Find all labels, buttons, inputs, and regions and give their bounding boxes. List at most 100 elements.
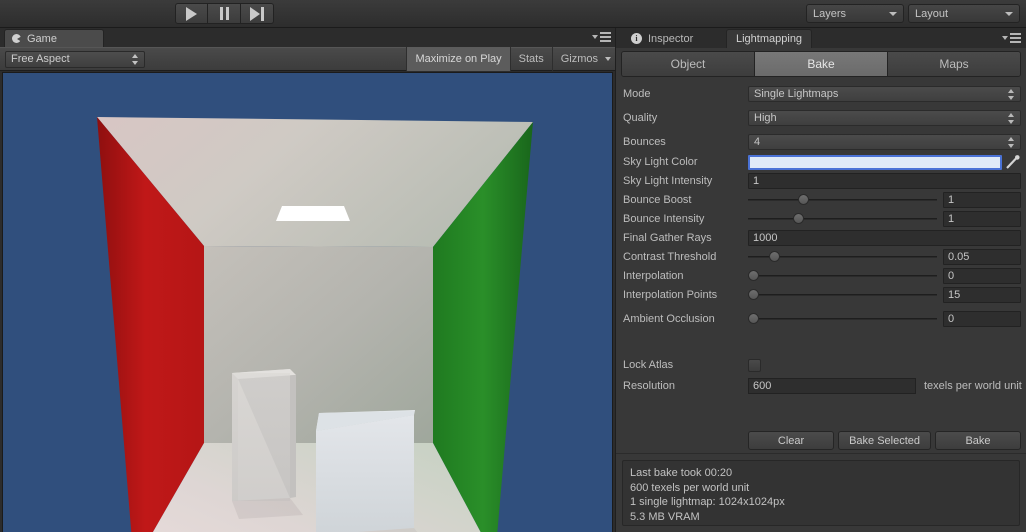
bake-selected-button[interactable]: Bake Selected <box>838 431 931 450</box>
ambient-occlusion-label: Ambient Occlusion <box>623 313 715 325</box>
tab-object[interactable]: Object <box>622 52 755 76</box>
field-row-contrast-threshold: Contrast Threshold 0.05 <box>616 248 1026 266</box>
slider-handle[interactable] <box>748 270 759 281</box>
sky-light-color-swatch[interactable] <box>748 154 1002 170</box>
sky-light-color-field[interactable] <box>748 154 1021 170</box>
maximize-on-play-button[interactable]: Maximize on Play <box>406 47 510 71</box>
play-icon <box>186 6 197 21</box>
tab-bake[interactable]: Bake <box>755 52 888 76</box>
bounce-boost-input[interactable]: 1 <box>943 192 1021 208</box>
chevron-down-icon <box>592 35 598 39</box>
aspect-ratio-dropdown[interactable]: Free Aspect <box>5 50 145 68</box>
field-row-bounce-boost: Bounce Boost 1 <box>616 191 1026 209</box>
game-tab-bar: Game <box>0 28 615 47</box>
pause-icon <box>219 7 229 20</box>
pause-button[interactable] <box>208 3 241 24</box>
contrast-threshold-label: Contrast Threshold <box>623 251 717 263</box>
interpolation-points-input[interactable]: 15 <box>943 287 1021 303</box>
field-row-bounce-intensity: Bounce Intensity 1 <box>616 210 1026 228</box>
bake-button[interactable]: Bake <box>935 431 1021 450</box>
eyedropper-icon[interactable] <box>1005 154 1021 170</box>
slider-handle[interactable] <box>748 313 759 324</box>
game-toolbar-right: Maximize on Play Stats Gizmos <box>406 47 615 71</box>
tab-maps[interactable]: Maps <box>888 52 1020 76</box>
quality-dropdown[interactable]: High <box>748 110 1021 126</box>
stats-label: Stats <box>518 53 544 65</box>
step-button[interactable] <box>241 3 274 24</box>
slider-handle[interactable] <box>769 251 781 262</box>
chevron-down-icon <box>1005 11 1013 16</box>
tab-game[interactable]: Game <box>4 29 104 47</box>
field-row-lock-atlas: Lock Atlas <box>616 356 1026 374</box>
game-view-render[interactable] <box>2 72 613 532</box>
layers-dropdown[interactable]: Layers <box>806 4 904 23</box>
slider-handle[interactable] <box>748 289 759 300</box>
bounces-value: 4 <box>754 136 761 148</box>
field-row-resolution: Resolution 600 texels per world unit <box>616 377 1026 395</box>
resolution-unit-label: texels per world unit <box>924 380 1022 392</box>
slider-handle[interactable] <box>792 213 804 224</box>
hamburger-icon <box>1010 33 1021 43</box>
ambient-occlusion-value: 0 <box>948 313 955 325</box>
bake-selected-button-label: Bake Selected <box>849 434 920 447</box>
field-row-sky-light-color: Sky Light Color <box>616 153 1026 171</box>
sky-light-intensity-input[interactable]: 1 <box>748 173 1021 189</box>
play-button[interactable] <box>175 3 208 24</box>
tab-inspector[interactable]: i Inspector <box>622 29 702 48</box>
layout-dropdown[interactable]: Layout <box>908 4 1020 23</box>
gizmos-button[interactable]: Gizmos <box>551 47 615 71</box>
lock-atlas-label: Lock Atlas <box>623 359 674 371</box>
contrast-threshold-value: 0.05 <box>948 251 970 263</box>
chevron-down-icon <box>1002 36 1008 40</box>
interpolation-points-slider[interactable] <box>748 287 937 303</box>
mode-dropdown[interactable]: Single Lightmaps <box>748 86 1021 102</box>
clear-button-label: Clear <box>777 434 805 447</box>
slider-track <box>748 218 937 220</box>
bounce-intensity-slider[interactable] <box>748 211 937 227</box>
interpolation-input[interactable]: 0 <box>943 268 1021 284</box>
step-icon <box>250 6 264 21</box>
bounce-boost-slider[interactable] <box>748 192 937 208</box>
gizmos-label: Gizmos <box>560 53 598 65</box>
interpolation-slider[interactable] <box>748 268 937 284</box>
bounce-intensity-input[interactable]: 1 <box>943 211 1021 227</box>
sky-light-intensity-label: Sky Light Intensity <box>623 175 713 187</box>
tab-lightmapping[interactable]: Lightmapping <box>726 29 813 48</box>
inspector-panel-menu-button[interactable] <box>1002 33 1021 43</box>
tab-object-label: Object <box>670 57 706 71</box>
slider-track <box>748 294 937 296</box>
interpolation-points-label: Interpolation Points <box>623 289 718 301</box>
final-gather-rays-input[interactable]: 1000 <box>748 230 1021 246</box>
field-row-ambient-occlusion: Ambient Occlusion 0 <box>616 310 1026 328</box>
lock-atlas-checkbox[interactable] <box>748 358 761 372</box>
main-toolbar: Layers Layout <box>0 0 1026 28</box>
stats-button[interactable]: Stats <box>509 47 552 71</box>
inspector-tab-bar: i Inspector Lightmapping <box>616 28 1026 48</box>
status-line-texels: 600 texels per world unit <box>630 481 750 494</box>
chevron-down-icon <box>605 57 611 61</box>
bounce-intensity-label: Bounce Intensity <box>623 213 705 225</box>
bake-action-buttons: Clear Bake Selected Bake <box>616 431 1026 450</box>
status-line-vram: 5.3 MB VRAM <box>630 510 700 523</box>
game-panel-menu-button[interactable] <box>592 32 611 42</box>
inspector-panel: i Inspector Lightmapping Object Bake Map… <box>616 28 1026 532</box>
game-panel: Game Free Aspect Maximize on Play Stats … <box>0 28 615 532</box>
bounces-label: Bounces <box>623 136 666 148</box>
clear-button[interactable]: Clear <box>748 431 835 450</box>
bake-settings-fields: Mode Single Lightmaps Quality High Bounc… <box>616 85 1026 396</box>
bounce-intensity-value: 1 <box>948 213 955 225</box>
contrast-threshold-input[interactable]: 0.05 <box>943 249 1021 265</box>
ambient-occlusion-input[interactable]: 0 <box>943 311 1021 327</box>
status-line-last-bake: Last bake took 00:20 <box>630 467 733 479</box>
game-pacman-icon <box>12 34 22 43</box>
stepper-icon <box>1008 112 1015 124</box>
tab-game-label: Game <box>27 32 57 45</box>
tab-lightmapping-label: Lightmapping <box>736 33 803 45</box>
resolution-input[interactable]: 600 <box>748 378 916 394</box>
slider-handle[interactable] <box>797 194 809 205</box>
field-row-mode: Mode Single Lightmaps <box>616 85 1026 103</box>
contrast-threshold-slider[interactable] <box>748 249 937 265</box>
ambient-occlusion-slider[interactable] <box>748 311 937 327</box>
bounce-boost-label: Bounce Boost <box>623 194 692 206</box>
bounces-dropdown[interactable]: 4 <box>748 134 1021 150</box>
